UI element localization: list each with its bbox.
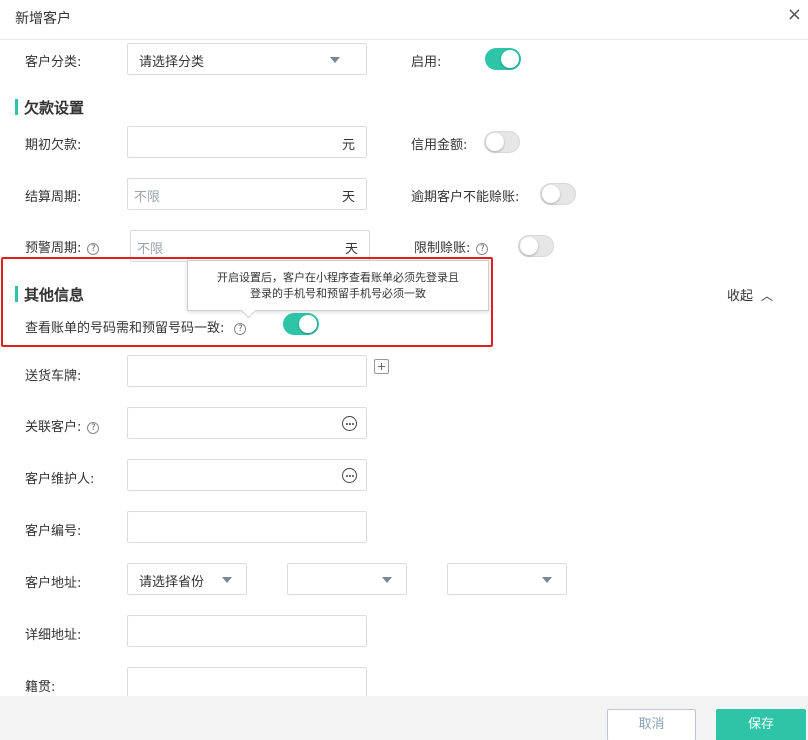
limit-credit-text: 限制赊账: <box>414 241 471 256</box>
add-plate-icon[interactable] <box>374 359 389 374</box>
day-suffix: 天 <box>341 190 355 205</box>
dialog-header: 新增客户 × <box>0 0 808 40</box>
province-select[interactable]: 请选择省份 <box>127 563 247 595</box>
related-customer-text: 关联客户: <box>25 420 82 435</box>
more-icon[interactable] <box>342 416 357 431</box>
customer-no-input[interactable] <box>127 511 367 543</box>
enabled-toggle[interactable] <box>485 48 521 70</box>
overdue-no-credit-toggle[interactable] <box>540 183 576 205</box>
address-label: 客户地址: <box>25 576 82 591</box>
city-select[interactable] <box>287 563 407 595</box>
plate-input[interactable] <box>127 355 367 387</box>
collapse-label: 收起 <box>727 289 754 304</box>
initial-debt-input[interactable]: 元 <box>127 126 367 158</box>
category-placeholder: 请选择分类 <box>139 55 205 70</box>
category-label: 客户分类: <box>25 55 82 70</box>
chevron-down-icon <box>330 57 340 63</box>
origin-input[interactable] <box>127 667 367 699</box>
phone-match-tooltip: 开启设置后，客户在小程序查看账单必须先登录且 登录的手机号和预留手机号必须一致 <box>187 260 489 311</box>
enabled-label: 启用: <box>411 55 442 70</box>
credit-amount-toggle[interactable] <box>484 131 520 153</box>
limit-credit-toggle[interactable] <box>518 235 554 257</box>
warn-period-text: 预警周期: <box>25 241 82 256</box>
cancel-button[interactable]: 取消 <box>607 709 696 740</box>
customer-no-label: 客户编号: <box>25 524 82 539</box>
debt-section-title: 欠款设置 <box>15 97 84 118</box>
origin-label: 籍贯: <box>25 680 56 695</box>
day-suffix: 天 <box>344 242 358 257</box>
chevron-up-icon: ︿ <box>761 289 774 303</box>
limit-credit-label: 限制赊账:? <box>414 237 489 256</box>
settle-period-input[interactable]: 不限 天 <box>127 178 367 210</box>
dialog-title: 新增客户 <box>15 11 71 27</box>
chevron-down-icon <box>542 577 552 583</box>
yuan-suffix: 元 <box>341 138 355 153</box>
category-select[interactable]: 请选择分类 <box>127 43 367 75</box>
help-icon[interactable]: ? <box>87 422 100 434</box>
save-button[interactable]: 保存 <box>716 709 806 740</box>
settle-period-label: 结算周期: <box>25 190 82 205</box>
initial-debt-label: 期初欠款: <box>25 138 82 153</box>
close-icon[interactable]: × <box>787 5 802 25</box>
warn-period-label: 预警周期:? <box>25 237 100 256</box>
help-icon[interactable]: ? <box>87 243 100 255</box>
credit-amount-label: 信用金额: <box>411 138 468 153</box>
chevron-down-icon <box>382 577 392 583</box>
tooltip-line-1: 开启设置后，客户在小程序查看账单必须先登录且 <box>217 271 459 284</box>
related-customer-label: 关联客户:? <box>25 416 100 435</box>
help-icon[interactable]: ? <box>476 243 489 255</box>
related-customer-input[interactable] <box>127 407 367 439</box>
chevron-down-icon <box>222 577 232 583</box>
province-placeholder: 请选择省份 <box>139 575 205 590</box>
district-select[interactable] <box>447 563 567 595</box>
settle-period-value: 不限 <box>134 190 161 205</box>
more-icon[interactable] <box>342 468 357 483</box>
warn-period-value: 不限 <box>137 242 164 257</box>
maintainer-input[interactable] <box>127 459 367 491</box>
collapse-link[interactable]: 收起 ︿ <box>727 285 773 304</box>
detail-address-label: 详细地址: <box>25 628 82 643</box>
plate-label: 送货车牌: <box>25 369 82 384</box>
detail-address-input[interactable] <box>127 615 367 647</box>
maintainer-label: 客户维护人: <box>25 472 95 487</box>
tooltip-line-2: 登录的手机号和预留手机号必须一致 <box>250 287 426 300</box>
overdue-no-credit-label: 逾期客户不能赊账: <box>411 190 520 205</box>
